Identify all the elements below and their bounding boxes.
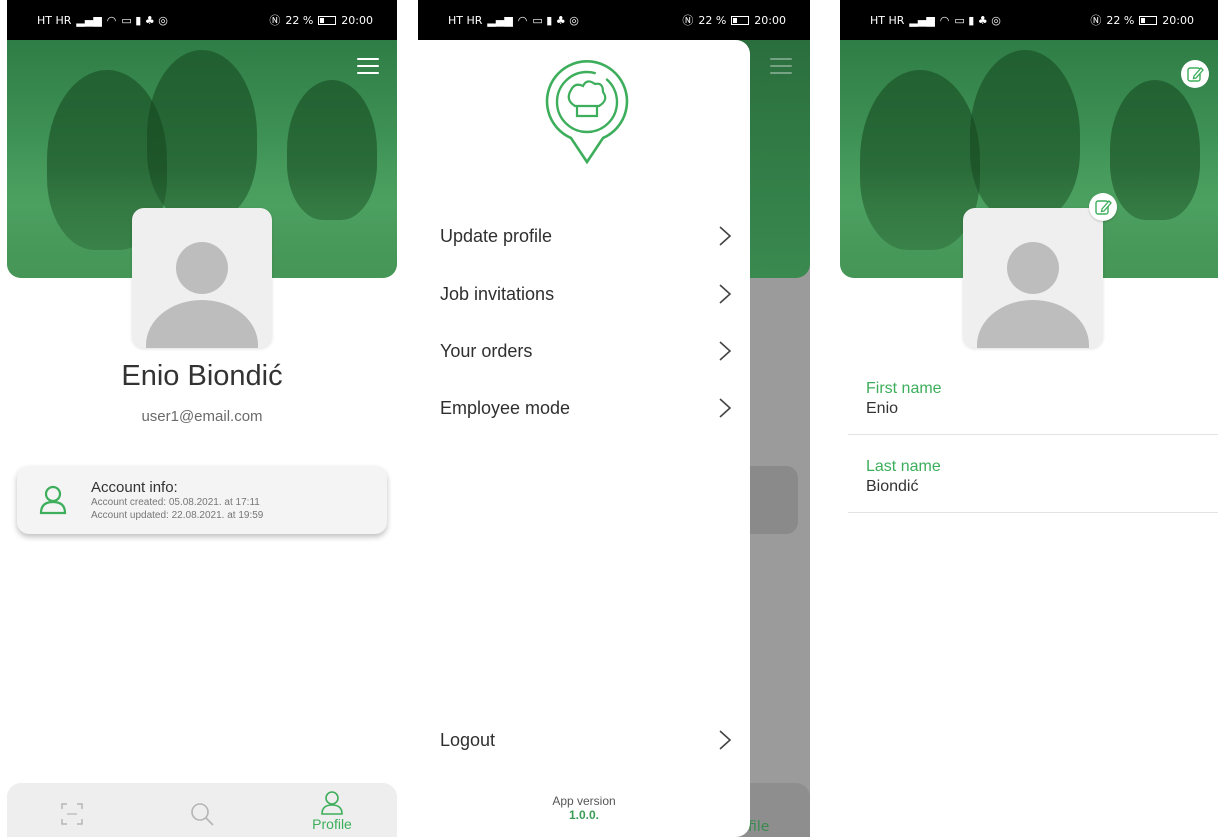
dimmed-nav-label: file [748,819,770,835]
search-icon [191,803,214,826]
clock-text: 20:00 [1162,13,1194,27]
menu-item-label: Update profile [440,225,553,246]
account-info-card: Account info: Account created: 05.08.202… [17,466,387,534]
clock-text: 20:00 [341,13,373,27]
notification-icons: ▭ ▮ ♣ ◎ [532,13,579,27]
menu-item-job-invitations[interactable]: Job invitations [440,274,732,314]
account-updated-text: Account updated: 22.08.2021. at 19:59 [91,509,264,521]
edit-avatar-button[interactable] [1089,193,1117,221]
profile-screen: HT HR ▂▄▆ ◠ ▭ ▮ ♣ ◎ Ⓝ 22 % 20:00 Enio Bi… [7,0,397,837]
edit-icon [1095,200,1112,215]
chevron-right-icon [719,398,732,418]
account-created-text: Account created: 05.08.2021. at 17:11 [91,496,260,508]
hamburger-menu-icon [770,58,792,76]
carrier-text: HT HR [870,13,905,27]
account-info-title: Account info: [91,478,178,496]
carrier-text: HT HR [37,13,72,27]
avatar[interactable] [963,208,1103,348]
edit-profile-screen: HT HR ▂▄▆ ◠ ▭ ▮ ♣ ◎ Ⓝ 22 % 20:00 First n… [840,0,1218,837]
person-icon [39,485,67,515]
bottom-navigation: Profile [7,783,397,837]
scan-icon [61,803,83,825]
nfc-icon: Ⓝ [1090,14,1102,27]
nav-scan[interactable] [27,791,117,827]
battery-text: 22 % [698,13,727,27]
wifi-icon: ◠ [106,13,117,27]
signal-icon: ▂▄▆ [909,13,935,27]
nfc-icon: Ⓝ [269,14,281,27]
menu-item-label: Your orders [440,340,533,361]
signal-icon: ▂▄▆ [487,13,513,27]
field-value[interactable]: Enio [866,400,1218,418]
last-name-field[interactable]: Last name Biondić [848,458,1218,513]
chevron-right-icon [719,226,732,246]
field-value[interactable]: Biondić [866,478,1218,496]
nav-profile-label: Profile [312,816,352,832]
menu-item-employee-mode[interactable]: Employee mode [440,388,732,428]
avatar[interactable] [132,208,272,348]
status-bar: HT HR ▂▄▆ ◠ ▭ ▮ ♣ ◎ Ⓝ 22 % 20:00 [418,0,810,40]
chef-hat-logo-icon [545,60,629,165]
logout-label: Logout [440,729,496,750]
menu-item-logout[interactable]: Logout [440,720,732,760]
nfc-icon: Ⓝ [682,14,694,27]
chevron-right-icon [719,284,732,304]
field-label: Last name [866,458,941,475]
hamburger-menu-icon[interactable] [357,58,379,76]
signal-icon: ▂▄▆ [76,13,102,27]
edit-icon [1187,67,1204,82]
app-version: App version 1.0.0. [418,794,750,822]
chevron-right-icon [719,730,732,750]
app-version-number: 1.0.0. [568,808,600,822]
battery-icon [731,15,750,25]
chevron-right-icon [719,341,732,361]
carrier-text: HT HR [448,13,483,27]
app-version-label: App version [552,794,616,808]
status-bar: HT HR ▂▄▆ ◠ ▭ ▮ ♣ ◎ Ⓝ 22 % 20:00 [7,0,397,40]
navigation-drawer: Update profile Job invitations Your orde… [418,40,750,837]
profile-name: Enio Biondić [121,360,283,392]
menu-item-your-orders[interactable]: Your orders [440,331,732,371]
battery-text: 22 % [285,13,314,27]
wifi-icon: ◠ [517,13,528,27]
menu-item-label: Employee mode [440,397,571,418]
profile-icon [321,791,343,815]
clock-text: 20:00 [754,13,786,27]
status-bar: HT HR ▂▄▆ ◠ ▭ ▮ ♣ ◎ Ⓝ 22 % 20:00 [840,0,1218,40]
wifi-icon: ◠ [939,13,950,27]
battery-text: 22 % [1106,13,1135,27]
notification-icons: ▭ ▮ ♣ ◎ [121,13,168,27]
battery-icon [1139,15,1158,25]
first-name-field[interactable]: First name Enio [848,380,1218,435]
field-label: First name [866,380,942,397]
battery-icon [318,15,337,25]
menu-item-update-profile[interactable]: Update profile [440,216,732,256]
nav-profile[interactable]: Profile [287,791,377,832]
profile-email: user1@email.com [141,408,263,425]
drawer-screen: HT HR ▂▄▆ ◠ ▭ ▮ ♣ ◎ Ⓝ 22 % 20:00 file Up… [418,0,810,837]
edit-cover-button[interactable] [1181,60,1209,88]
nav-search[interactable] [157,791,247,827]
menu-item-label: Job invitations [440,283,555,304]
notification-icons: ▭ ▮ ♣ ◎ [954,13,1001,27]
